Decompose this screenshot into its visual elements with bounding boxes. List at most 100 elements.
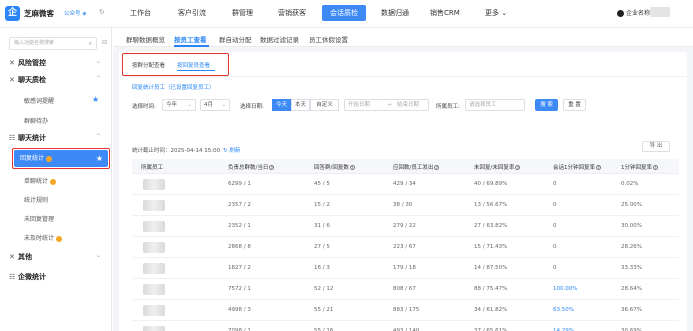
- stats-deadline: 统计截止时间：2025-04-14 15:00 ↻ 刷新: [132, 146, 240, 154]
- sidebar-item-stats-rules[interactable]: 统计规则: [24, 195, 48, 204]
- col-unreplied: 未回复/未回复率?: [474, 163, 521, 171]
- search-icon: ⌕: [88, 40, 92, 47]
- cell-session-1min: 0: [553, 265, 557, 271]
- help-icon[interactable]: ?: [349, 165, 355, 170]
- sidebar-group-label: 风险管控: [18, 59, 46, 67]
- refresh-link[interactable]: ↻ 刷新: [223, 148, 240, 154]
- tab-filter-records[interactable]: 数据过滤记录: [260, 34, 299, 44]
- nav-more-label: 更多: [485, 9, 499, 17]
- search-button[interactable]: 搜 索: [535, 99, 558, 111]
- cell-replied-groups: 27 / 5: [314, 244, 330, 250]
- chevron-down-icon[interactable]: ⌄: [96, 252, 101, 259]
- nav-item-data-sync[interactable]: 数据归通: [381, 8, 409, 18]
- star-icon[interactable]: ★: [92, 95, 99, 104]
- reset-button[interactable]: 重 置: [563, 99, 586, 111]
- sub-tabs: 群聊数据概览 按员工查看 群自动分配 数据过滤记录 员工休假设置: [113, 28, 693, 47]
- chevron-down-icon[interactable]: ⌄: [96, 58, 101, 65]
- year-value: 今年: [166, 102, 178, 108]
- chevron-up-icon[interactable]: ⌃: [96, 75, 101, 82]
- export-button[interactable]: 导 出: [642, 141, 670, 152]
- table-row: 7572 / 1 52 / 12 808 / 67 88 / 75.47% 100.00…: [132, 279, 679, 300]
- cell-total-groups: 6299 / 1: [228, 181, 251, 187]
- nav-item-more[interactable]: 更多 ⌄: [485, 8, 507, 18]
- cell-should-reply: 38 / 30: [393, 202, 413, 208]
- tab-auto-assign[interactable]: 群自动分配: [219, 34, 252, 44]
- tab-leave-settings[interactable]: 员工休假设置: [309, 34, 348, 44]
- cell-unreplied: 15 / 71.43%: [474, 244, 508, 250]
- sidebar-item-group-todo[interactable]: 群聊待办: [24, 116, 48, 125]
- cell-1min-rate: 33.33%: [621, 265, 642, 271]
- table-row: 1827 / 2 16 / 3 179 / 18 14 / 87.50% 0 33.33%: [132, 258, 679, 279]
- nav-item-workbench[interactable]: 工作台: [130, 8, 151, 18]
- sidebar-item-single-chat-stats[interactable]: 单聊统计: [24, 176, 57, 185]
- segment-custom[interactable]: 自定义: [310, 99, 339, 111]
- nav-item-group-management[interactable]: 群管理: [232, 8, 253, 18]
- nav-item-session-inspection[interactable]: 会话质检: [322, 5, 366, 21]
- nav-item-crm[interactable]: 销售CRM: [430, 8, 460, 18]
- cell-replied-groups: 52 / 12: [314, 286, 334, 292]
- segment-today[interactable]: 今天: [272, 99, 291, 111]
- tab-by-employee[interactable]: 按员工查看: [174, 34, 207, 44]
- cell-unreplied: 34 / 61.82%: [474, 307, 508, 313]
- cell-should-reply: 429 / 34: [393, 181, 416, 187]
- blurred-employee-name: [143, 284, 165, 295]
- user-menu[interactable]: 企业名称: [617, 8, 650, 17]
- sidebar: 输入功能名称搜索 ⌕ ⊟ ✕ 风险管控 ⌄ ✕ 聊天质检 ⌃ 敏感词提醒 ★ 群聊待…: [0, 28, 112, 331]
- cell-unreplied: 88 / 75.47%: [474, 286, 508, 292]
- employee-select[interactable]: 请选择员工: [465, 99, 525, 111]
- blurred-employee-name: [143, 221, 165, 232]
- sidebar-group-other[interactable]: ✕ 其他: [9, 252, 32, 262]
- help-icon[interactable]: ?: [434, 165, 440, 170]
- other-icon: ✕: [9, 253, 15, 261]
- cell-total-groups: 4998 / 3: [228, 307, 251, 313]
- blurred-employee-name: [143, 179, 165, 190]
- col-label: 负责总群数/当日: [228, 165, 269, 171]
- cell-unreplied: 13 / 56.67%: [474, 202, 508, 208]
- cell-replied-groups: 45 / 5: [314, 181, 330, 187]
- help-icon[interactable]: ?: [596, 165, 601, 170]
- premium-badge-icon: [50, 178, 57, 185]
- help-icon[interactable]: ?: [269, 165, 275, 170]
- nav-item-customer-acquisition[interactable]: 客户引流: [178, 8, 206, 18]
- reply-employee-link[interactable]: 回复统计员工（已设置回复员工）: [132, 83, 215, 91]
- cell-session-1min: 0: [553, 202, 557, 208]
- time-label: 选择时间:: [132, 104, 156, 110]
- collapse-icon[interactable]: ⊟: [102, 39, 107, 46]
- cell-unreplied: 14 / 87.50%: [474, 265, 508, 271]
- chevron-up-icon[interactable]: ⌃: [96, 133, 101, 140]
- table-row: 2352 / 1 31 / 6 279 / 22 27 / 63.82% 0 30.00%: [132, 216, 679, 237]
- help-icon[interactable]: ?: [515, 165, 521, 170]
- refresh-icon[interactable]: ↻: [99, 8, 105, 16]
- blurred-employee-name: [143, 242, 165, 253]
- help-icon[interactable]: ?: [653, 165, 658, 170]
- cell-should-reply: 808 / 67: [393, 286, 416, 292]
- sidebar-group-risk[interactable]: ✕ 风险管控: [9, 58, 46, 68]
- premium-badge-icon: [56, 235, 63, 242]
- sidebar-group-label: 聊天统计: [18, 134, 46, 142]
- tab-group-overview[interactable]: 群聊数据概览: [126, 34, 165, 44]
- sidebar-item-sensitive-words[interactable]: 敏感词提醒: [24, 96, 54, 105]
- col-label: 回答群/回复数: [314, 165, 349, 171]
- table-row: 2868 / 8 27 / 5 223 / 67 15 / 71.43% 0 28.26%: [132, 237, 679, 258]
- sidebar-group-wecom-stats[interactable]: ☷ 企微统计: [9, 272, 46, 282]
- sidebar-item-unreplied[interactable]: 未回复管理: [24, 214, 54, 223]
- sidebar-group-chat-inspection[interactable]: ✕ 聊天质检: [9, 75, 46, 85]
- menu-search-input[interactable]: 输入功能名称搜索 ⌕: [9, 37, 97, 50]
- cell-replied-groups: 31 / 6: [314, 223, 330, 229]
- cell-session-1min: 0: [553, 223, 557, 229]
- year-select[interactable]: 今年 ⌄: [162, 99, 196, 111]
- col-label: 未回复/未回复率: [474, 165, 515, 171]
- cell-total-groups: 1827 / 2: [228, 265, 251, 271]
- divider: [119, 76, 687, 77]
- corp-switch[interactable]: 公众号 ◈: [64, 9, 86, 17]
- sidebar-group-chat-stats[interactable]: ☷ 聊天统计: [9, 133, 46, 143]
- nav-item-marketing[interactable]: 营销获客: [278, 8, 306, 18]
- sidebar-group-label: 其他: [18, 253, 32, 261]
- date-range-input[interactable]: 开始日期 → 结束日期: [344, 99, 429, 111]
- table-header: 所属员工 负责总群数/当日? 回答群/回复数? 应回数/员工发出? 未回复/未回…: [132, 159, 679, 174]
- cell-replied-groups: 55 / 21: [314, 307, 334, 313]
- month-select[interactable]: 4月 ⌄: [200, 99, 230, 111]
- highlight-box-sidebar: [12, 148, 110, 169]
- sidebar-item-timely-stats[interactable]: 未及时统计: [24, 233, 63, 242]
- segment-this-day[interactable]: 本天: [291, 99, 310, 111]
